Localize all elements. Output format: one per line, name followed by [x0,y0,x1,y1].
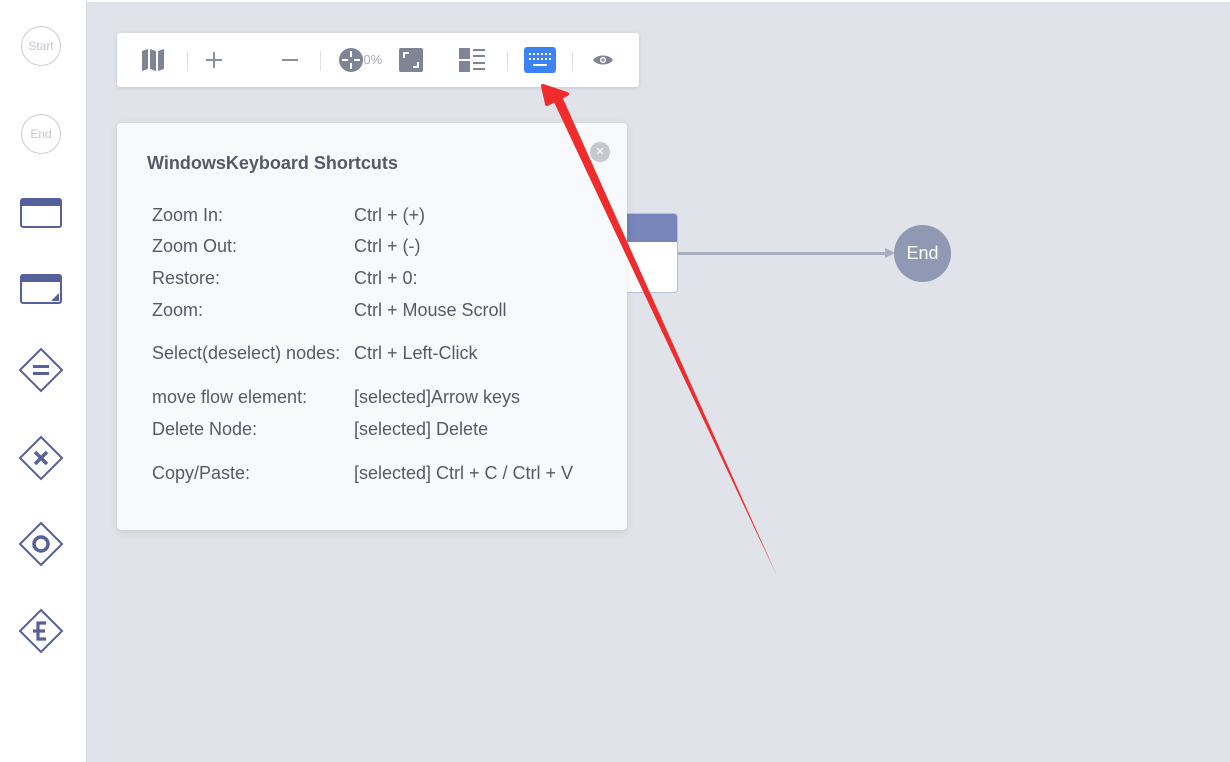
preview-button[interactable] [589,33,617,87]
shortcut-row: Delete Node: [selected] Delete [152,413,592,445]
shortcut-keys: Ctrl + 0: [354,267,418,288]
sequence-flow-edge[interactable] [678,252,888,255]
inclusive-gateway-icon [18,521,64,567]
end-node[interactable]: End [894,225,951,282]
plus-icon [206,52,222,68]
shortcut-keys: [selected] Delete [354,419,489,440]
palette-event-gateway[interactable] [17,607,65,655]
shortcut-row: Zoom Out: Ctrl + (-) [152,231,592,263]
canvas-toolbar: 100% [117,33,639,87]
shortcut-action: Zoom: [152,299,204,320]
toolbar-separator [572,51,573,71]
palette-end-event[interactable]: End [17,110,65,158]
shortcut-row: Copy/Paste: [selected] Ctrl + C / Ctrl +… [152,445,592,501]
toolbar-separator [507,51,508,71]
zoom-in-button[interactable] [203,33,225,87]
minimap-button[interactable] [137,33,169,87]
shortcut-row: Zoom In: Ctrl + (+) [152,199,592,231]
close-icon[interactable]: × [590,142,610,162]
shortcut-row: move flow element: [selected]Arrow keys [152,381,592,413]
event-gateway-icon [18,608,64,654]
exclusive-gateway-icon [18,347,64,393]
start-event-icon: Start [21,26,61,66]
minus-icon [282,59,298,61]
shortcut-keys: Ctrl + (-) [354,236,421,257]
palette-subprocess[interactable] [17,266,65,314]
layout-list-icon [459,48,485,72]
crosshair-icon [339,48,363,72]
layout-button[interactable] [457,33,487,87]
parallel-gateway-icon [18,435,64,481]
palette-end-label: End [30,127,52,141]
fit-center-button[interactable] [336,33,366,87]
shortcut-keys: Ctrl + Left-Click [354,343,478,364]
shortcut-action: Delete Node: [152,419,258,440]
shortcut-action: Zoom Out: [152,236,238,257]
map-icon [142,49,164,71]
eye-icon [593,55,613,65]
popup-title: WindowsKeyboard Shortcuts [147,153,398,173]
shortcut-keys: Ctrl + (+) [354,204,426,225]
subprocess-icon [20,274,62,304]
shortcut-action: move flow element: [152,387,308,408]
shortcut-keys: Ctrl + Mouse Scroll [354,299,507,320]
palette-start-label: Start [28,39,54,53]
shortcut-action: Zoom In: [152,204,224,225]
shortcut-row: Zoom: Ctrl + Mouse Scroll [152,294,592,326]
end-node-label: End [906,243,939,263]
shortcut-row: Select(deselect) nodes: Ctrl + Left-Clic… [152,325,592,381]
keyboard-shortcuts-popup: WindowsKeyboard Shortcuts × Zoom In: Ctr… [117,123,627,530]
palette-exclusive-gateway[interactable] [17,346,65,394]
shortcut-action: Copy/Paste: [152,463,251,484]
shortcut-action: Select(deselect) nodes: [152,343,341,364]
end-event-icon: End [21,114,61,154]
palette-user-task[interactable] [17,190,65,238]
element-palette: Start End [0,0,87,762]
fullscreen-button[interactable] [396,33,426,87]
palette-parallel-gateway[interactable] [17,434,65,482]
shortcut-action: Restore: [152,267,221,288]
keyboard-icon [524,47,556,73]
user-task-icon [20,198,62,228]
shortcut-row: Restore: Ctrl + 0: [152,262,592,294]
palette-start-event[interactable]: Start [17,22,65,70]
keyboard-shortcuts-button[interactable] [523,33,557,87]
zoom-out-button[interactable] [279,33,301,87]
fullscreen-icon [399,48,423,72]
shortcut-keys: [selected]Arrow keys [354,387,521,408]
shortcut-keys: [selected] Ctrl + C / Ctrl + V [354,463,574,484]
shortcuts-table: Zoom In: Ctrl + (+) Zoom Out: Ctrl + (-)… [152,199,592,501]
toolbar-separator [320,51,321,71]
toolbar-separator [187,51,188,71]
palette-inclusive-gateway[interactable] [17,520,65,568]
